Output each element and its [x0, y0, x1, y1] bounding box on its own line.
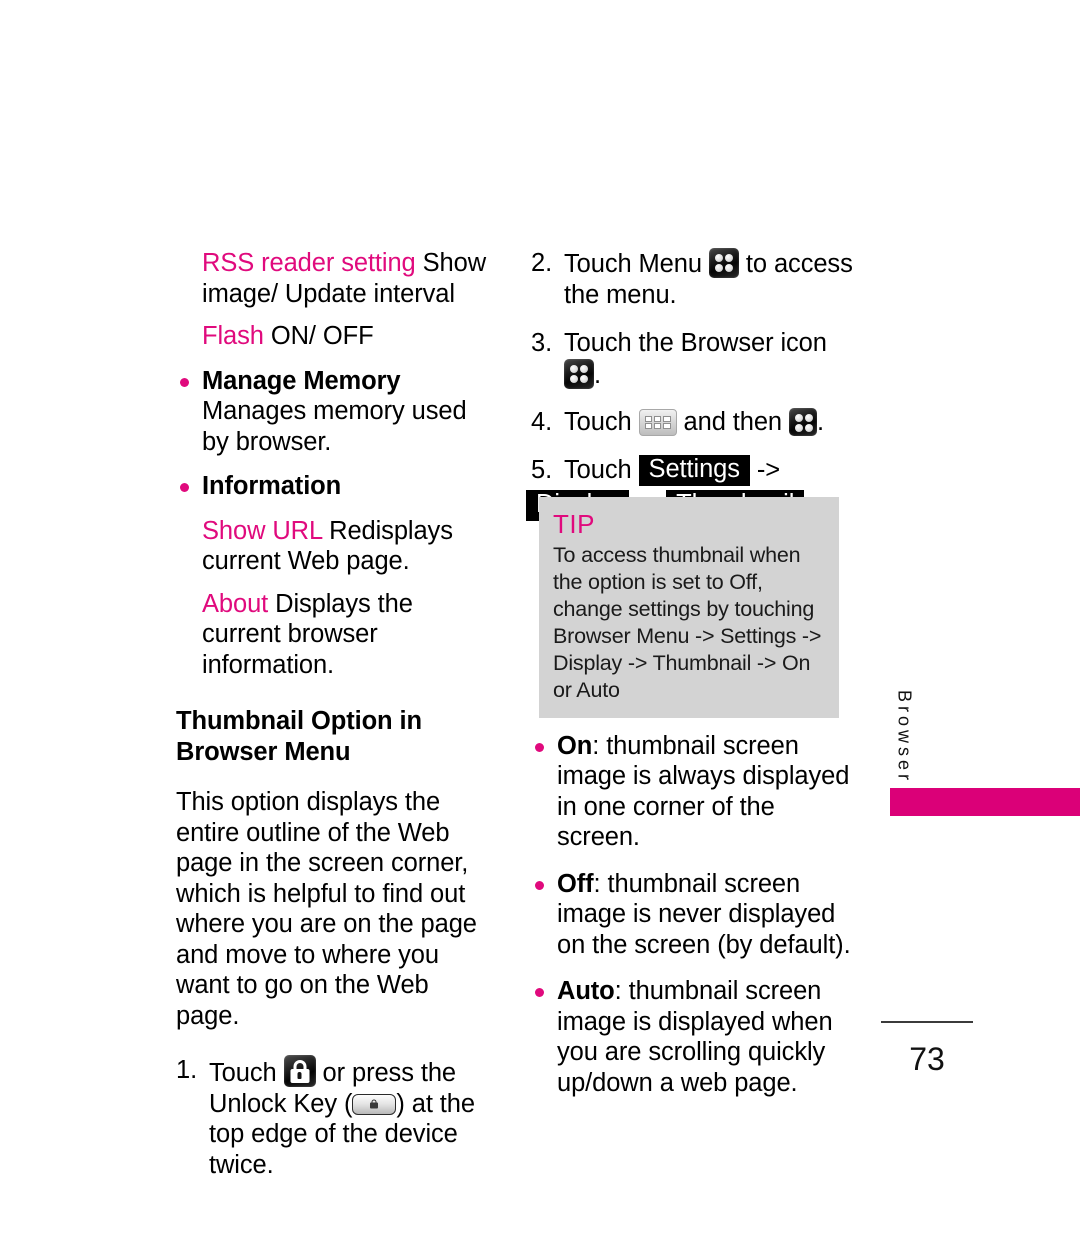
option-off-bullet: Off: thumbnail screen image is never dis…: [531, 869, 861, 961]
information-term: Information: [202, 472, 342, 500]
lock-icon: [283, 1055, 316, 1087]
flash-term: Flash: [202, 322, 264, 350]
manage-memory-bullet: Manage Memory Manages memory used by bro…: [176, 366, 496, 458]
manual-page: RSS reader setting Show image/ Update in…: [0, 0, 1080, 1234]
step-3-text-after: .: [594, 360, 601, 389]
step-1-text-before: Touch: [209, 1059, 277, 1087]
menu-dots-icon: [708, 248, 739, 278]
about-entry: About Displays the current browser infor…: [176, 589, 496, 681]
tip-body: To access thumbnail when the option is s…: [553, 543, 822, 702]
keypad-icon: [638, 409, 677, 436]
step-5-number: 5.: [531, 455, 553, 484]
manage-memory-term: Manage Memory: [202, 366, 401, 395]
browser-dots-icon: [564, 358, 594, 389]
bullet-dot-icon: [180, 483, 189, 492]
option-off-term: Off: [557, 869, 594, 898]
rss-reader-setting-entry: RSS reader setting Show image/ Update in…: [176, 248, 496, 309]
option-off-description: : thumbnail screen image is never displa…: [557, 869, 851, 959]
flash-entry: Flash ON/ OFF: [176, 321, 496, 352]
step-3-number: 3.: [531, 329, 553, 357]
unlock-key-icon: [352, 1093, 397, 1115]
step-1: 1. Touch or press the Unlock Key () at t…: [176, 1055, 496, 1180]
show-url-entry: Show URL Redisplays current Web page.: [176, 516, 496, 577]
information-bullet: Information: [176, 471, 496, 502]
footer-rule: [881, 1021, 973, 1023]
tip-box: TIP To access thumbnail when the option …: [539, 497, 839, 718]
option-on-description: : thumbnail screen image is always displ…: [557, 731, 850, 852]
step-1-number: 1.: [176, 1056, 198, 1084]
rss-reader-setting-term: RSS reader setting: [202, 249, 416, 277]
margin-tab: Browser: [889, 690, 919, 789]
bullet-dot-icon: [180, 377, 189, 387]
bullet-dot-icon: [535, 988, 544, 997]
option-on-term: On: [557, 731, 593, 760]
step-4-text-middle: and then: [683, 408, 783, 436]
step-2-text-before: Touch Menu: [564, 250, 702, 278]
about-term: About: [202, 589, 269, 618]
tip-title: TIP: [553, 509, 595, 539]
margin-tab-bar: [890, 788, 1080, 816]
bullet-dot-icon: [535, 742, 544, 752]
page-number: 73: [909, 1041, 945, 1077]
margin-tab-label: Browser: [894, 690, 915, 785]
step-5: 5. Touch Settings ->: [531, 454, 861, 486]
step-2: 2. Touch Menu to access the menu.: [531, 248, 861, 310]
menu-dots-icon: [789, 408, 818, 436]
step-4-number: 4.: [531, 408, 553, 436]
intro-paragraph: This option displays the entire outline …: [176, 788, 477, 1030]
flash-description: ON/ OFF: [263, 322, 374, 350]
step-4: 4. Touch and then .: [531, 407, 861, 438]
chip-settings[interactable]: Settings: [638, 454, 750, 486]
step-4-text-after: .: [817, 408, 825, 436]
step-3-text-before: Touch the Browser icon: [564, 329, 827, 357]
option-auto-term: Auto: [557, 977, 615, 1005]
bullet-dot-icon: [535, 880, 544, 890]
step-5-text-before: Touch: [564, 455, 632, 484]
show-url-term: Show URL: [202, 516, 323, 545]
step-5-arrow-1: ->: [756, 455, 781, 484]
step-2-number: 2.: [531, 249, 553, 277]
section-heading: Thumbnail Option in Browser Menu: [176, 707, 422, 766]
option-auto-bullet: Auto: thumbnail screen image is displaye…: [531, 976, 861, 1098]
step-3: 3. Touch the Browser icon .: [531, 328, 861, 390]
step-4-text-before: Touch: [564, 408, 632, 436]
manage-memory-description: Manages memory used by browser.: [202, 397, 467, 456]
option-on-bullet: On: thumbnail screen image is always dis…: [531, 731, 861, 853]
left-column: RSS reader setting Show image/ Update in…: [176, 248, 496, 1180]
